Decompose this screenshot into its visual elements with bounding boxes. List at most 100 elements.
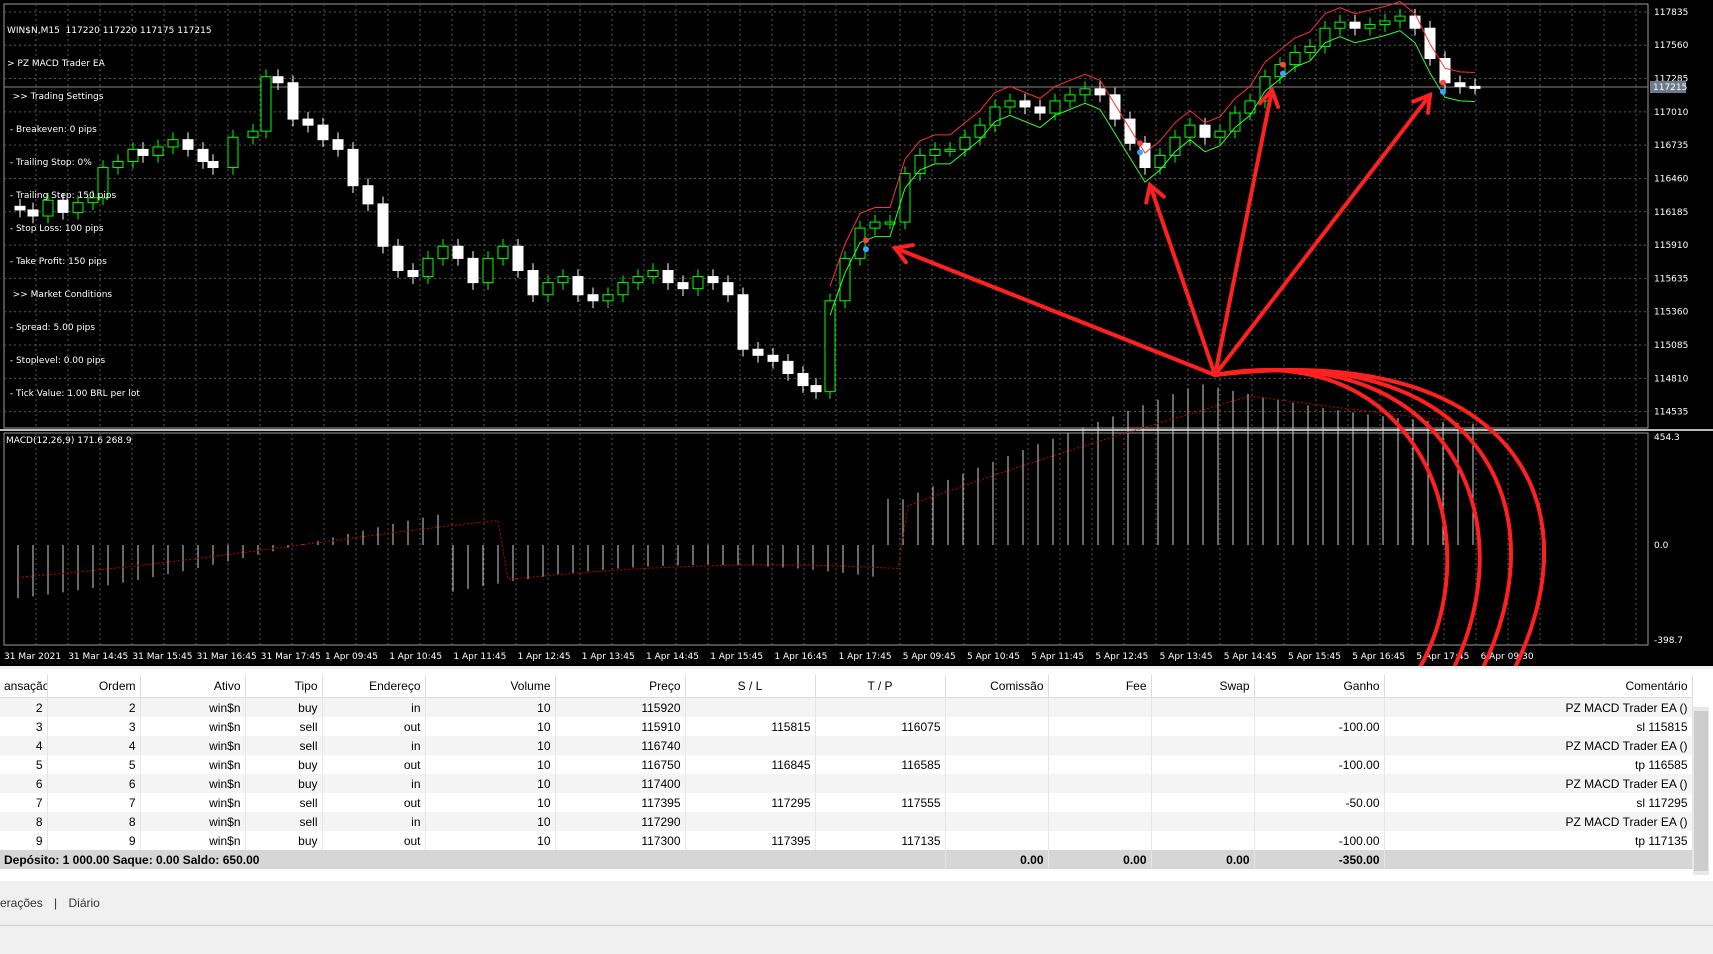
col-header[interactable]: Endereço	[322, 675, 426, 698]
summary-cell: -350.00	[1254, 850, 1385, 869]
table-row[interactable]: 7 7 win$n sell out 10 117395 117295 117555 -50.00…	[0, 793, 1693, 812]
candle-body	[1169, 136, 1181, 156]
table-cell	[1254, 774, 1385, 793]
table-cell: 6	[47, 774, 141, 793]
price-tick-label: 115635	[1654, 274, 1688, 284]
candle-body	[302, 118, 314, 126]
col-header[interactable]: ansação	[0, 675, 48, 698]
trades-table: ansação Ordem Ativo Tipo Endereço Volume…	[0, 675, 1693, 869]
tab-operacoes[interactable]: erações	[0, 896, 43, 910]
table-cell	[945, 736, 1049, 755]
time-tick-label: 1 Apr 11:45	[453, 652, 506, 662]
table-cell: 2	[0, 697, 48, 717]
time-tick-label: 1 Apr 13:45	[582, 652, 635, 662]
price-tick-label: 116185	[1654, 208, 1688, 218]
candle-body	[929, 148, 941, 156]
table-row[interactable]: 3 3 win$n sell out 10 115910 115815 116075 -100.0…	[0, 717, 1693, 736]
table-cell	[815, 812, 946, 831]
candle-body	[272, 76, 284, 84]
chart-window[interactable]: 117835 117560 117285 117010 116735 116460 1161…	[0, 0, 1713, 666]
table-cell: buy	[245, 697, 323, 717]
table-cell: tp 116585	[1384, 755, 1693, 774]
col-header[interactable]: Fee	[1048, 675, 1152, 698]
col-header[interactable]: Tipo	[245, 675, 323, 698]
table-cell: 116585	[815, 755, 946, 774]
col-header[interactable]: Volume	[425, 675, 556, 698]
table-cell: win$n	[140, 736, 246, 755]
time-tick-label: 1 Apr 09:45	[325, 652, 378, 662]
table-row[interactable]: 6 6 win$n buy in 10 117400 PZ MACD Trader EA ()	[0, 774, 1693, 793]
table-cell: 10	[425, 755, 556, 774]
candle-body	[767, 354, 779, 362]
candle-body	[1349, 21, 1361, 29]
table-cell: -100.00	[1254, 831, 1385, 850]
table-cell: win$n	[140, 697, 246, 717]
col-header[interactable]: T / P	[815, 675, 946, 698]
table-cell: 117135	[815, 831, 946, 850]
col-header[interactable]: Swap	[1151, 675, 1255, 698]
col-header[interactable]: Preço	[555, 675, 686, 698]
table-cell: out	[322, 831, 426, 850]
table-row[interactable]: 8 8 win$n sell in 10 117290 PZ MACD Trader EA (…	[0, 812, 1693, 831]
table-row[interactable]: 2 2 win$n buy in 10 115920 PZ MACD Trader EA ()	[0, 697, 1693, 717]
col-header[interactable]: Ganho	[1254, 675, 1385, 698]
candle-body	[542, 282, 554, 296]
time-tick-label: 31 Mar 2021	[4, 652, 61, 662]
price-tick-label: 114535	[1654, 408, 1688, 418]
col-header[interactable]: Ativo	[140, 675, 246, 698]
table-scroll-thumb[interactable]	[1694, 711, 1708, 871]
candle-body	[557, 276, 569, 284]
table-cell: PZ MACD Trader EA ()	[1384, 812, 1693, 831]
time-tick-label: 31 Mar 17:45	[261, 652, 321, 662]
table-cell: 116845	[685, 755, 816, 774]
summary-cell: 0.00	[1048, 850, 1152, 869]
col-header[interactable]: Comissão	[945, 675, 1049, 698]
price-chart[interactable]: 1178351175601172851170101167351164601161…	[0, 0, 1713, 666]
time-tick-label: 5 Apr 13:45	[1160, 652, 1213, 662]
macd-label: MACD(12,26,9) 171.6 268.9	[6, 436, 132, 446]
trade-exit-marker	[863, 246, 869, 253]
table-cell: in	[322, 697, 426, 717]
time-tick-label: 5 Apr 14:45	[1224, 652, 1277, 662]
table-row[interactable]: 5 5 win$n buy out 10 116750 116845 116585 -100.00…	[0, 755, 1693, 774]
table-cell: 117295	[685, 793, 816, 812]
price-tick-label: 115910	[1654, 241, 1689, 251]
table-cell	[1048, 793, 1152, 812]
candle-body	[632, 276, 644, 284]
candle-body	[227, 136, 239, 169]
candle-body	[1214, 130, 1226, 138]
col-header[interactable]: S / L	[685, 675, 816, 698]
candle-body	[782, 360, 794, 374]
info-line: - Trailing Step: 150 pips	[7, 191, 117, 201]
table-cell	[685, 774, 816, 793]
candle-body	[1334, 21, 1346, 29]
table-cell: win$n	[140, 717, 246, 736]
candle-body	[347, 148, 359, 187]
time-tick-label: 1 Apr 14:45	[646, 652, 699, 662]
price-tick-label: 117010	[1654, 108, 1689, 118]
macd-tick-label: 454.3	[1654, 433, 1680, 443]
time-tick-label: 1 Apr 16:45	[774, 652, 827, 662]
table-cell	[945, 717, 1049, 736]
candle-body	[1034, 106, 1046, 114]
table-cell: win$n	[140, 831, 246, 850]
candle-body	[707, 276, 719, 284]
table-cell: PZ MACD Trader EA ()	[1384, 774, 1693, 793]
table-row[interactable]: 9 9 win$n buy out 10 117300 117395 117135 -100.00…	[0, 831, 1693, 850]
time-tick-label: 5 Apr 11:45	[1031, 652, 1084, 662]
price-tick-label: 115085	[1654, 341, 1688, 351]
table-cell: 3	[0, 717, 48, 736]
time-tick-label: 5 Apr 12:45	[1095, 652, 1148, 662]
info-line: >> Market Conditions	[7, 290, 113, 300]
tab-diario[interactable]: Diário	[69, 896, 100, 910]
col-header[interactable]: Comentário	[1384, 675, 1693, 698]
current-price-label: 117215	[1653, 83, 1687, 93]
table-cell: 9	[47, 831, 141, 850]
price-tick-label: 115360	[1654, 308, 1689, 318]
table-cell: PZ MACD Trader EA ()	[1384, 736, 1693, 755]
table-cell: -100.00	[1254, 755, 1385, 774]
table-cell: 115910	[555, 717, 686, 736]
table-cell: 116750	[555, 755, 686, 774]
col-header[interactable]: Ordem	[47, 675, 141, 698]
table-row[interactable]: 4 4 win$n sell in 10 116740 PZ MACD Trader EA (…	[0, 736, 1693, 755]
